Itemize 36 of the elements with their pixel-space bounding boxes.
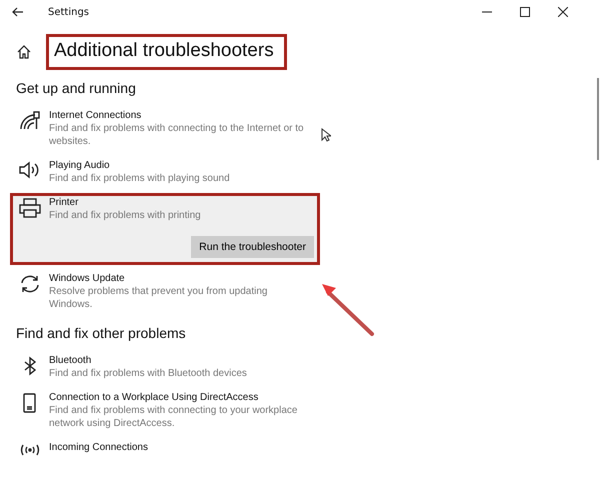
- home-icon[interactable]: [16, 44, 32, 60]
- item-description: Find and fix problems with playing sound: [49, 172, 230, 185]
- mouse-cursor-icon: [321, 128, 331, 142]
- back-arrow-icon[interactable]: [12, 7, 24, 17]
- maximize-icon[interactable]: [520, 7, 530, 17]
- item-title: Windows Update: [49, 273, 126, 284]
- antenna-icon: [19, 443, 41, 457]
- item-title: Printer: [49, 197, 80, 208]
- section-heading: Get up and running: [16, 80, 137, 96]
- troubleshooter-item[interactable]: Connection to a Workplace Using DirectAccess Find and fix problems with connecting to your workplace network using DirectAccess.: [10, 388, 320, 434]
- troubleshooter-item[interactable]: Incoming Connections: [10, 438, 320, 461]
- item-description: Resolve problems that prevent you from updating Windows.: [49, 285, 268, 311]
- printer-icon: [19, 198, 41, 218]
- window-title: Settings: [48, 6, 90, 18]
- item-title: Bluetooth: [49, 355, 92, 366]
- close-icon[interactable]: [558, 7, 568, 17]
- troubleshooter-item[interactable]: Internet Connections Find and fix problems with connecting to the Internet or to websites.: [10, 106, 320, 152]
- troubleshooter-item[interactable]: Windows Update Resolve problems that prevent you from updating Windows.: [10, 269, 320, 315]
- item-title: Connection to a Workplace Using DirectAccess: [49, 392, 260, 403]
- page-title: Additional troubleshooters: [46, 34, 287, 70]
- troubleshooter-item[interactable]: Printer Find and fix problems with printing Run the troubleshooter: [10, 193, 320, 265]
- wifi-icon: [19, 111, 41, 131]
- section-heading: Find and fix other problems: [16, 325, 187, 341]
- scrollbar[interactable]: [597, 78, 599, 160]
- item-description: Find and fix problems with printing: [49, 209, 201, 222]
- troubleshooter-item[interactable]: Bluetooth Find and fix problems with Bluetooth devices: [10, 351, 320, 384]
- speaker-icon: [19, 161, 41, 179]
- item-title: Incoming Connections: [49, 442, 148, 453]
- item-description: Find and fix problems with connecting to your workplace network using DirectAccess.: [49, 404, 298, 430]
- item-description: Find and fix problems with Bluetooth devices: [49, 367, 247, 380]
- item-description: Find and fix problems with connecting to the Internet or to websites.: [49, 122, 305, 148]
- run-troubleshooter-button[interactable]: Run the troubleshooter: [191, 236, 314, 258]
- troubleshooter-item[interactable]: Playing Audio Find and fix problems with playing sound: [10, 156, 320, 189]
- sync-icon: [19, 274, 41, 294]
- item-title: Internet Connections: [49, 110, 142, 121]
- item-title: Playing Audio: [49, 160, 111, 171]
